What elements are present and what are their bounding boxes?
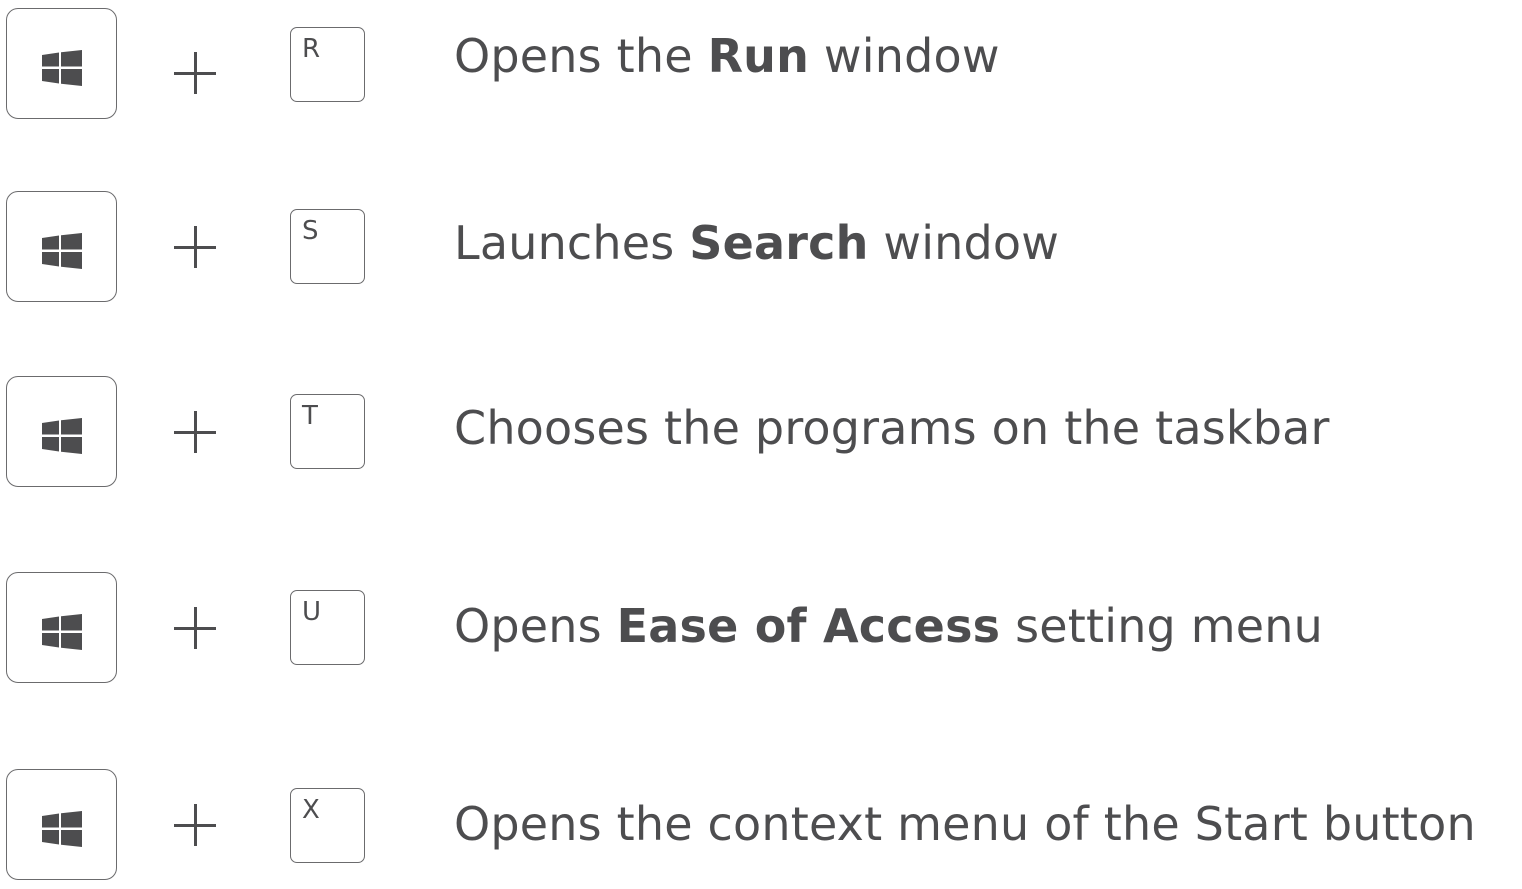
plus-icon [172, 409, 218, 455]
description-bold-text: Run [707, 29, 810, 83]
windows-logo-icon [42, 50, 82, 86]
plus-icon [172, 605, 218, 651]
windows-key [6, 191, 117, 302]
windows-key [6, 769, 117, 880]
shortcut-description: Opens Ease of Access setting menu [454, 598, 1323, 654]
key-letter: X [302, 795, 320, 825]
shortcut-description: Opens the context menu of the Start butt… [454, 796, 1476, 852]
shortcut-description: Chooses the programs on the taskbar [454, 400, 1330, 456]
windows-logo-icon [42, 811, 82, 847]
plus-icon [172, 224, 218, 270]
description-text: Chooses the programs on the taskbar [454, 401, 1330, 455]
windows-key [6, 572, 117, 683]
description-text: Opens [454, 599, 617, 653]
letter-key-r: R [290, 27, 365, 102]
letter-key-x: X [290, 788, 365, 863]
shortcut-row-search: S Launches Search window [0, 191, 1522, 311]
description-text: Opens the context menu of the Start butt… [454, 797, 1476, 851]
description-text: window [868, 216, 1060, 270]
letter-key-s: S [290, 209, 365, 284]
windows-logo-icon [42, 233, 82, 269]
description-text: window [809, 29, 1000, 83]
description-text: Opens the [454, 29, 708, 83]
shortcut-description: Opens the Run window [454, 28, 1000, 84]
letter-key-t: T [290, 394, 365, 469]
plus-icon [172, 50, 218, 96]
description-bold-text: Ease of Access [616, 599, 1001, 653]
key-letter: T [302, 401, 318, 431]
description-bold-text: Search [689, 216, 869, 270]
windows-logo-icon [42, 418, 82, 454]
plus-icon [172, 802, 218, 848]
key-letter: R [302, 34, 321, 64]
windows-logo-icon [42, 614, 82, 650]
shortcut-description: Launches Search window [454, 215, 1059, 271]
windows-key [6, 376, 117, 487]
letter-key-u: U [290, 590, 365, 665]
description-text: setting menu [1000, 599, 1323, 653]
shortcut-row-ease-of-access: U Opens Ease of Access setting menu [0, 572, 1522, 692]
key-letter: S [302, 216, 319, 246]
key-letter: U [302, 597, 322, 627]
shortcut-row-run: R Opens the Run window [0, 8, 1522, 128]
shortcut-row-start-context-menu: X Opens the context menu of the Start bu… [0, 769, 1522, 889]
windows-key [6, 8, 117, 119]
description-text: Launches [454, 216, 690, 270]
shortcut-row-taskbar: T Chooses the programs on the taskbar [0, 376, 1522, 496]
